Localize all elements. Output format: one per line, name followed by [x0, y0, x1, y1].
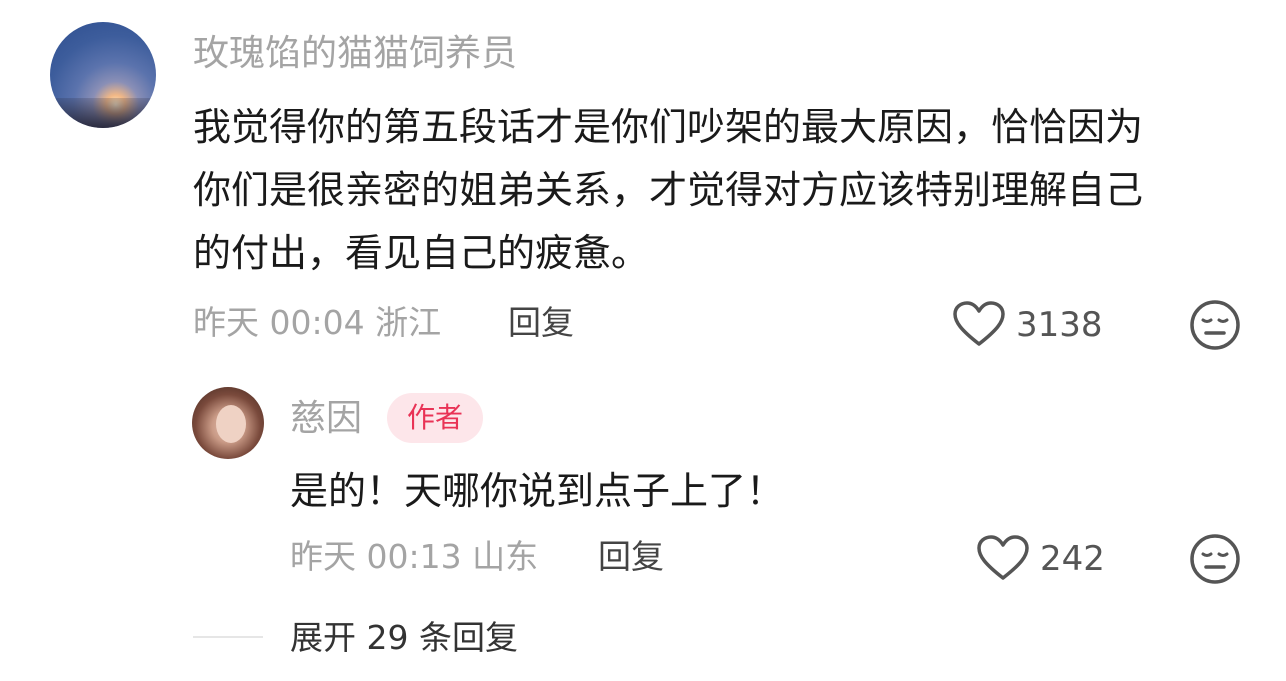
- comment-meta: 昨天 00:04 浙江: [193, 302, 441, 344]
- avatar[interactable]: [192, 387, 264, 459]
- comment-body[interactable]: 我觉得你的第五段话才是你们吵架的最大原因，恰恰因为 你们是很亲密的姐弟关系，才觉…: [193, 96, 1243, 285]
- meh-face-icon[interactable]: [1189, 533, 1241, 585]
- avatar[interactable]: [50, 22, 156, 128]
- author-badge: 作者: [387, 393, 483, 443]
- meh-face-icon[interactable]: [1189, 299, 1241, 351]
- divider: [193, 636, 263, 638]
- reply-meta: 昨天 00:13 山东: [290, 536, 538, 578]
- heart-outline-icon[interactable]: [977, 535, 1029, 581]
- reply-button[interactable]: 回复: [508, 302, 574, 344]
- comment-username[interactable]: 玫瑰馅的猫猫饲养员: [193, 31, 517, 77]
- comment-line: 的付出，看见自己的疲惫。: [193, 231, 650, 275]
- reply-body[interactable]: 是的！天哪你说到点子上了！: [290, 465, 784, 517]
- reply-button[interactable]: 回复: [598, 536, 664, 578]
- comment-line: 我觉得你的第五段话才是你们吵架的最大原因，恰恰因为: [193, 105, 1144, 149]
- comment-location: 浙江: [375, 303, 442, 342]
- comment-time: 昨天 00:04: [193, 303, 365, 342]
- like-count: 242: [1040, 539, 1105, 579]
- comment-thread: 玫瑰馅的猫猫饲养员 我觉得你的第五段话才是你们吵架的最大原因，恰恰因为 你们是很…: [0, 0, 1286, 681]
- reply-location: 山东: [472, 537, 539, 576]
- heart-outline-icon[interactable]: [953, 301, 1005, 347]
- like-count: 3138: [1016, 305, 1103, 345]
- expand-replies-button[interactable]: 展开 29 条回复: [290, 616, 518, 660]
- comment-line: 你们是很亲密的姐弟关系，才觉得对方应该特别理解自己: [193, 168, 1144, 212]
- reply-time: 昨天 00:13: [290, 537, 462, 576]
- reply-username[interactable]: 慈因: [290, 396, 362, 442]
